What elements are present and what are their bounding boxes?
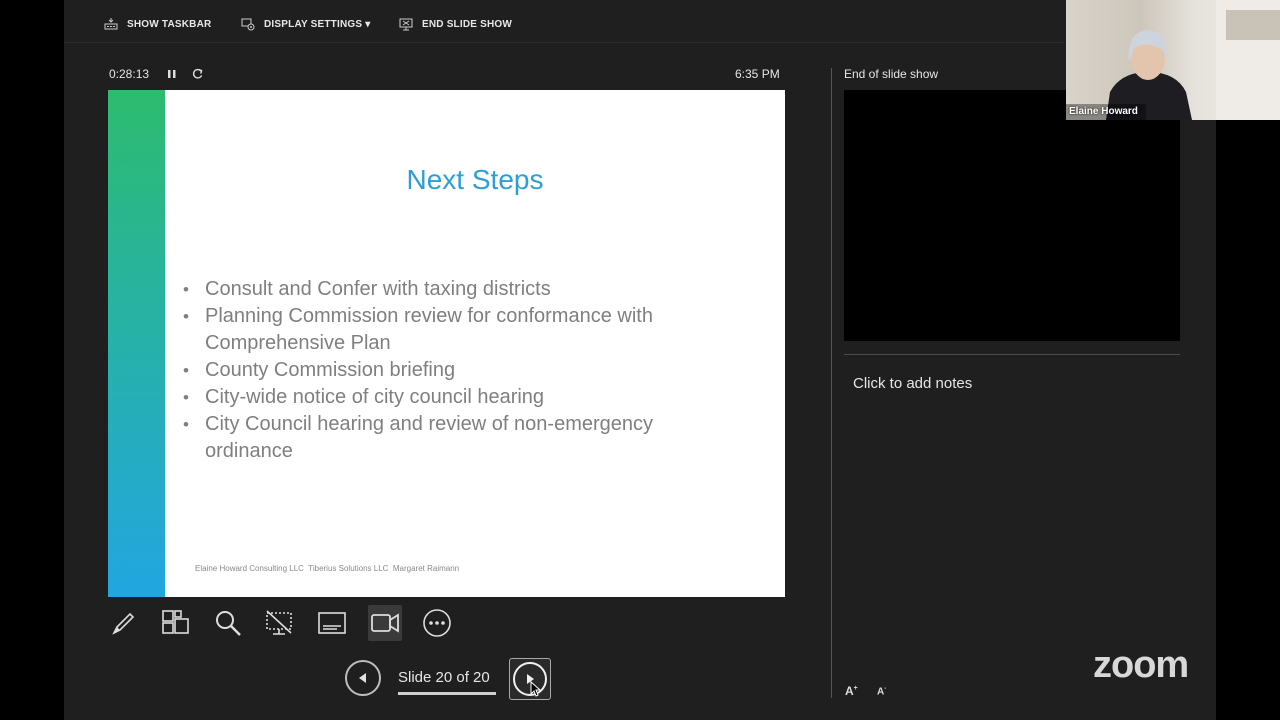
camera-icon bbox=[371, 613, 399, 633]
black-slide-button[interactable] bbox=[262, 605, 296, 641]
slide-accent-bar bbox=[108, 90, 165, 597]
black-or-unblack-slide-icon bbox=[266, 610, 292, 635]
restart-timer-icon[interactable] bbox=[191, 67, 204, 81]
slide-counter-underline bbox=[398, 692, 496, 695]
zoom-into-slide-button[interactable] bbox=[211, 605, 245, 641]
current-slide[interactable]: Next Steps Consult and Confer with taxin… bbox=[108, 90, 785, 597]
notes-divider bbox=[844, 354, 1180, 355]
previous-slide-button[interactable] bbox=[345, 660, 381, 696]
display-settings-button[interactable]: DISPLAY SETTINGS ▾ bbox=[241, 14, 370, 34]
bullet-item: City Council hearing and review of non-e… bbox=[183, 411, 743, 465]
more-options-icon bbox=[423, 609, 451, 637]
pane-divider bbox=[831, 68, 832, 698]
next-slide-preview[interactable] bbox=[844, 90, 1180, 341]
participant-video-image bbox=[1066, 0, 1280, 120]
slide-counter[interactable]: Slide 20 of 20 bbox=[398, 669, 490, 686]
show-taskbar-button[interactable]: SHOW TASKBAR bbox=[104, 14, 211, 34]
mouse-cursor-icon bbox=[530, 681, 542, 697]
slide-bullet-list: Consult and Confer with taxing districts… bbox=[183, 276, 743, 465]
display-settings-icon bbox=[241, 18, 255, 31]
bullet-item: City-wide notice of city council hearing bbox=[183, 384, 743, 411]
bullet-item: County Commission briefing bbox=[183, 357, 743, 384]
slide-title: Next Steps bbox=[406, 164, 544, 195]
decrease-font-size-icon[interactable]: A- bbox=[877, 686, 886, 697]
see-all-slides-icon bbox=[162, 610, 189, 634]
camera-button[interactable] bbox=[368, 605, 402, 641]
zoom-logo: zoom bbox=[1093, 644, 1189, 686]
previous-arrow-icon bbox=[359, 673, 366, 683]
bullet-item: Planning Commission review for conforman… bbox=[183, 303, 743, 357]
zoom-into-slide-icon bbox=[216, 611, 241, 636]
increase-font-size-icon[interactable]: A+ bbox=[845, 684, 858, 698]
pause-timer-icon[interactable] bbox=[166, 67, 178, 81]
end-show-icon bbox=[399, 18, 413, 31]
slide-footer: Elaine Howard Consulting LLC Tiberius So… bbox=[195, 564, 460, 573]
bullet-item: Consult and Confer with taxing districts bbox=[183, 276, 743, 303]
see-all-slides-button[interactable] bbox=[158, 605, 192, 641]
participant-name: Elaine Howard bbox=[1069, 106, 1138, 117]
pen-tool-button[interactable] bbox=[107, 605, 141, 641]
speaker-notes[interactable]: Click to add notes bbox=[853, 375, 972, 392]
show-taskbar-label: SHOW TASKBAR bbox=[127, 18, 212, 30]
toolbar-divider bbox=[64, 42, 1064, 43]
taskbar-icon bbox=[104, 18, 118, 30]
end-slide-show-button[interactable]: END SLIDE SHOW bbox=[399, 14, 512, 34]
subtitles-icon bbox=[318, 612, 346, 634]
participant-video[interactable] bbox=[1066, 0, 1280, 120]
more-options-button[interactable] bbox=[420, 605, 454, 641]
pen-tool-icon bbox=[112, 612, 135, 635]
elapsed-timer: 0:28:13 bbox=[109, 67, 150, 81]
end-slide-show-label: END SLIDE SHOW bbox=[422, 18, 513, 30]
display-settings-label: DISPLAY SETTINGS ▾ bbox=[264, 18, 371, 30]
subtitles-button[interactable] bbox=[315, 605, 349, 641]
next-slide-label: End of slide show bbox=[844, 67, 939, 81]
current-time: 6:35 PM bbox=[735, 67, 780, 81]
